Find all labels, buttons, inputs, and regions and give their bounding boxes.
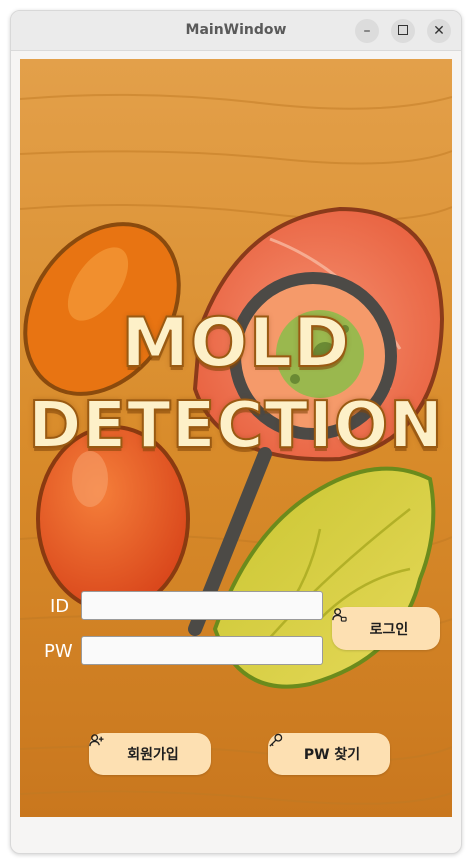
find-pw-button[interactable]: PW 찾기 — [268, 733, 390, 775]
background-illustration: MOLD DETECTION ID PW 로그인 회원가입 PW 찾기 — [20, 59, 452, 817]
find-pw-button-label: PW 찾기 — [303, 747, 361, 763]
minimize-button[interactable]: – — [355, 19, 379, 43]
main-window: MainWindow – ✕ MOLD DETECTION ID PW 로그인 … — [10, 10, 462, 854]
minimize-icon: – — [363, 23, 371, 39]
login-button-label: 로그인 — [369, 621, 409, 638]
maximize-button[interactable] — [391, 19, 415, 43]
hero-title-line1: MOLD — [120, 303, 351, 384]
title-bar: MainWindow – ✕ — [11, 11, 461, 51]
pw-label: PW — [44, 641, 73, 662]
signup-button[interactable]: 회원가입 — [89, 733, 211, 775]
maximize-icon — [398, 24, 408, 35]
id-label: ID — [50, 596, 70, 617]
pw-input[interactable] — [81, 636, 323, 665]
close-button[interactable]: ✕ — [427, 19, 451, 43]
login-button[interactable]: 로그인 — [332, 607, 440, 650]
id-input[interactable] — [81, 591, 323, 620]
hero-title-line2: DETECTION — [27, 388, 444, 464]
signup-button-label: 회원가입 — [127, 747, 179, 763]
close-icon: ✕ — [433, 23, 445, 39]
